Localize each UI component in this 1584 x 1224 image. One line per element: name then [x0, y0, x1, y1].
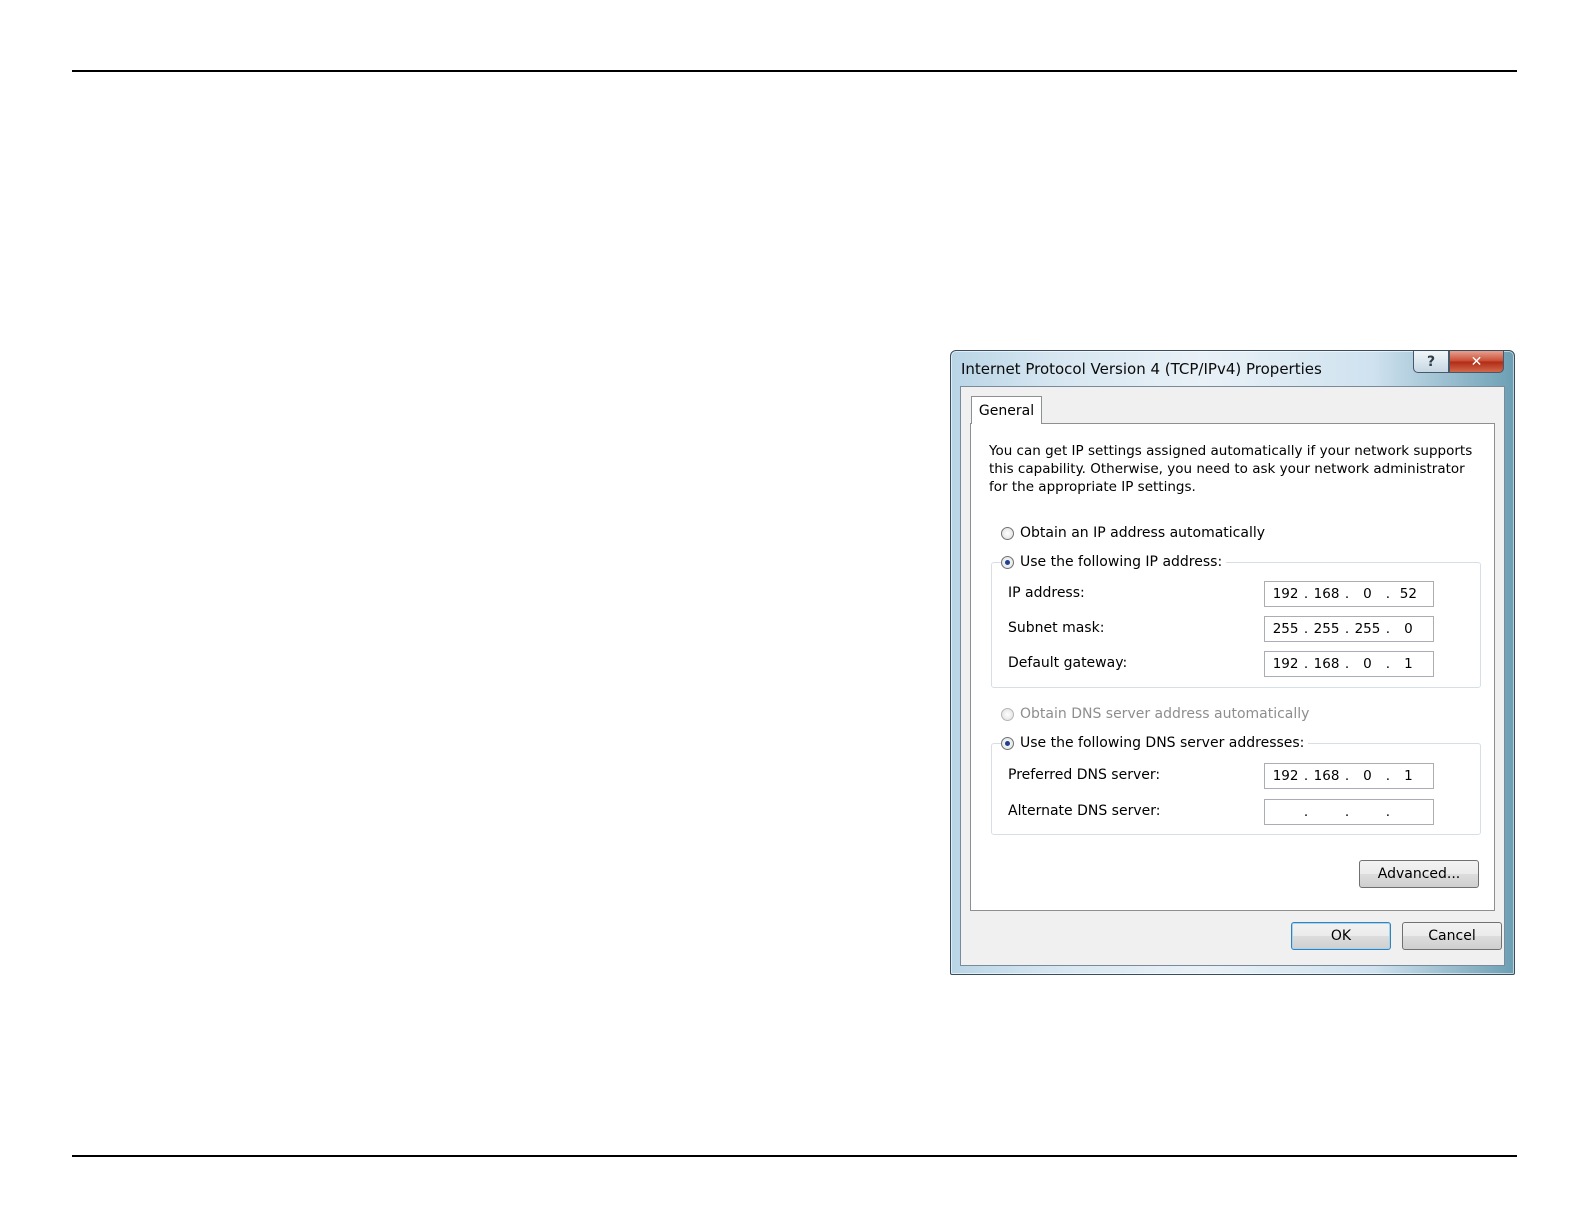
ip-address-row: IP address: 192. 168. 0. 52 [1008, 581, 1468, 607]
general-tab-panel: You can get IP settings assigned automat… [970, 423, 1495, 911]
dialog-client-area: General You can get IP settings assigned… [960, 386, 1505, 966]
use-following-ip-radio[interactable]: Use the following IP address: [1001, 552, 1227, 572]
octet: 0 [1363, 768, 1372, 784]
octet: 255 [1354, 621, 1381, 637]
octet: 52 [1399, 586, 1417, 602]
octet-separator: . [1385, 768, 1391, 784]
octet: 0 [1363, 586, 1372, 602]
octet: 168 [1313, 768, 1340, 784]
cancel-button[interactable]: Cancel [1402, 922, 1502, 950]
octet-separator: . [1303, 656, 1309, 672]
octet-separator: . [1344, 621, 1350, 637]
subnet-mask-label: Subnet mask: [1008, 620, 1105, 636]
title-bar[interactable]: Internet Protocol Version 4 (TCP/IPv4) P… [951, 351, 1514, 385]
octet: 168 [1313, 586, 1340, 602]
ip-address-group: IP address: 192. 168. 0. 52 Subnet mask:… [991, 562, 1481, 688]
octet-separator: . [1385, 804, 1391, 820]
octet-separator: . [1303, 768, 1309, 784]
octet: 255 [1272, 621, 1299, 637]
octet: 168 [1313, 656, 1340, 672]
subnet-mask-input[interactable]: 255. 255. 255. 0 [1264, 616, 1434, 642]
alternate-dns-row: Alternate DNS server: . . . [1008, 799, 1468, 825]
octet-separator: . [1303, 621, 1309, 637]
octet-separator: . [1385, 586, 1391, 602]
preferred-dns-label: Preferred DNS server: [1008, 767, 1161, 783]
ok-button[interactable]: OK [1291, 922, 1391, 950]
octet: 0 [1363, 656, 1372, 672]
octet-separator: . [1385, 621, 1391, 637]
octet-separator: . [1385, 656, 1391, 672]
obtain-dns-auto-radio[interactable]: Obtain DNS server address automatically [1001, 704, 1314, 724]
octet: 1 [1404, 768, 1413, 784]
obtain-ip-auto-radio[interactable]: Obtain an IP address automatically [1001, 523, 1270, 543]
radio-button-checked[interactable] [1001, 555, 1014, 569]
ip-address-input[interactable]: 192. 168. 0. 52 [1264, 581, 1434, 607]
ipv4-properties-dialog: Internet Protocol Version 4 (TCP/IPv4) P… [950, 350, 1515, 975]
radio-button-checked[interactable] [1001, 736, 1014, 750]
dialog-title: Internet Protocol Version 4 (TCP/IPv4) P… [961, 360, 1322, 378]
default-gateway-label: Default gateway: [1008, 655, 1128, 671]
obtain-dns-auto-label: Obtain DNS server address automatically [1020, 706, 1310, 722]
radio-button-disabled[interactable] [1001, 707, 1014, 721]
alternate-dns-label: Alternate DNS server: [1008, 803, 1161, 819]
octet: 1 [1404, 656, 1413, 672]
octet-separator: . [1303, 586, 1309, 602]
octet: 192 [1272, 768, 1299, 784]
preferred-dns-input[interactable]: 192. 168. 0. 1 [1264, 763, 1434, 789]
subnet-mask-row: Subnet mask: 255. 255. 255. 0 [1008, 616, 1468, 642]
help-icon: ? [1426, 353, 1436, 370]
octet: 192 [1272, 586, 1299, 602]
radio-button-unchecked[interactable] [1001, 526, 1014, 540]
octet-separator: . [1303, 804, 1309, 820]
description-text: You can get IP settings assigned automat… [989, 443, 1473, 495]
octet: 192 [1272, 656, 1299, 672]
octet: 0 [1404, 621, 1413, 637]
use-following-ip-label: Use the following IP address: [1020, 554, 1223, 570]
octet-separator: . [1344, 656, 1350, 672]
close-icon: ✕ [1470, 353, 1483, 370]
dns-server-group: Preferred DNS server: 192. 168. 0. 1 Alt… [991, 743, 1481, 835]
octet-separator: . [1344, 804, 1350, 820]
close-button[interactable]: ✕ [1449, 351, 1504, 373]
advanced-button[interactable]: Advanced... [1359, 860, 1479, 888]
top-rule [72, 70, 1517, 72]
octet-separator: . [1344, 768, 1350, 784]
use-following-dns-label: Use the following DNS server addresses: [1020, 735, 1305, 751]
default-gateway-input[interactable]: 192. 168. 0. 1 [1264, 651, 1434, 677]
octet: 255 [1313, 621, 1340, 637]
preferred-dns-row: Preferred DNS server: 192. 168. 0. 1 [1008, 763, 1468, 789]
obtain-ip-auto-label: Obtain an IP address automatically [1020, 525, 1266, 541]
default-gateway-row: Default gateway: 192. 168. 0. 1 [1008, 651, 1468, 677]
alternate-dns-input[interactable]: . . . [1264, 799, 1434, 825]
help-button[interactable]: ? [1413, 351, 1449, 373]
octet-separator: . [1344, 586, 1350, 602]
ip-address-label: IP address: [1008, 585, 1085, 601]
use-following-dns-radio[interactable]: Use the following DNS server addresses: [1001, 733, 1309, 753]
tab-general[interactable]: General [971, 396, 1042, 424]
bottom-rule [72, 1155, 1517, 1157]
